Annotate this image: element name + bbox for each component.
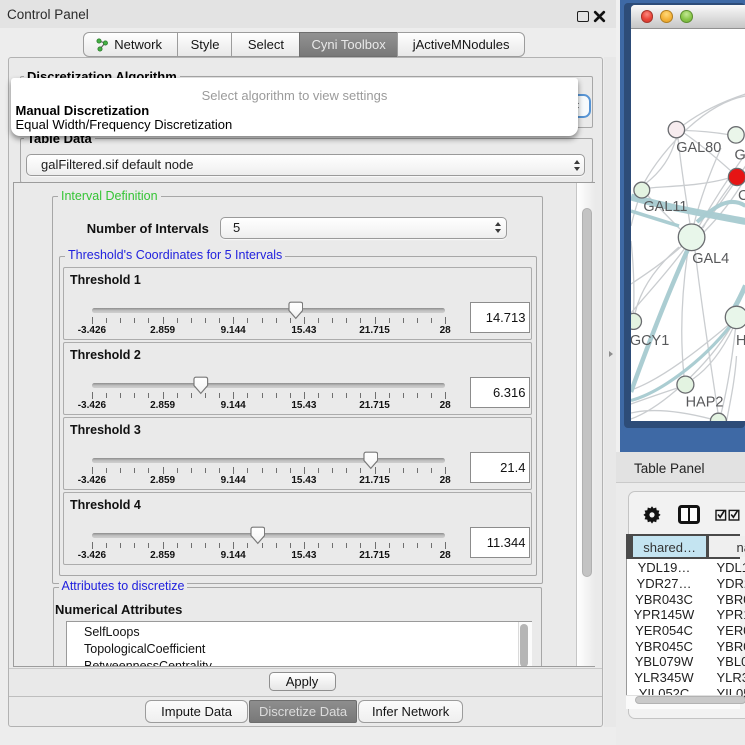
svg-text:GA: GA <box>734 147 745 163</box>
svg-text:GAL4: GAL4 <box>692 250 729 266</box>
svg-text:HAP2: HAP2 <box>685 394 723 410</box>
svg-text:GAL80: GAL80 <box>676 140 721 156</box>
svg-text:C: C <box>737 187 745 203</box>
svg-text:GAL11: GAL11 <box>643 198 687 214</box>
svg-text:GCY1: GCY1 <box>631 332 669 348</box>
svg-text:H: H <box>735 333 745 349</box>
